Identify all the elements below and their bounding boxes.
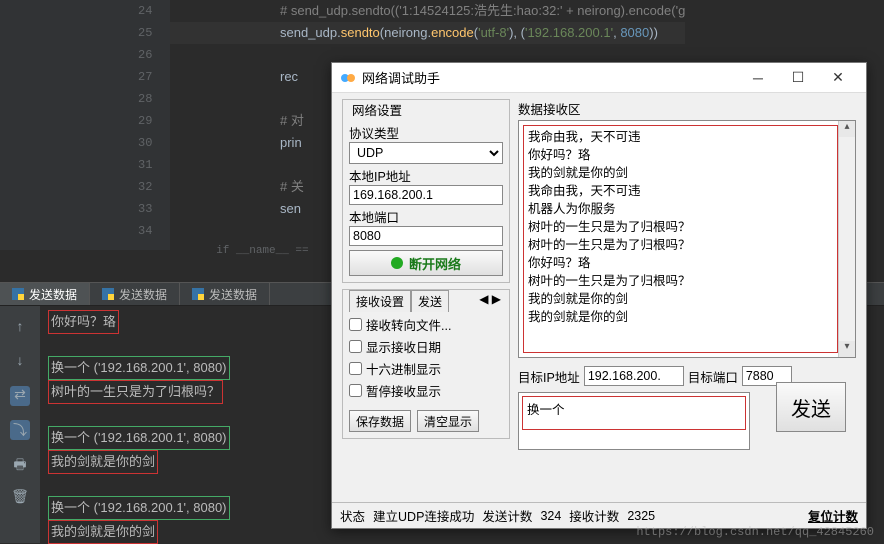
status-dot-icon xyxy=(391,257,403,269)
watermark: https://blog.csdn.net/qq_42845260 xyxy=(636,525,874,539)
dest-ip-input[interactable] xyxy=(584,366,684,386)
close-button[interactable]: ✕ xyxy=(818,69,858,86)
line-number: 31 xyxy=(0,154,170,176)
local-ip-input[interactable] xyxy=(349,185,503,205)
local-ip-label: 本地IP地址 xyxy=(349,166,503,185)
tab-label: 发送数据 xyxy=(29,286,77,303)
receive-area-label: 数据接收区 xyxy=(518,99,856,118)
tab-label: 发送数据 xyxy=(209,286,257,303)
disconnect-button[interactable]: 断开网络 xyxy=(349,250,503,276)
protocol-label: 协议类型 xyxy=(349,123,503,142)
chk-show-date[interactable]: 显示接收日期 xyxy=(349,337,503,356)
scroll-down-icon[interactable]: ▾ xyxy=(839,341,855,357)
print-icon[interactable]: 🖶 xyxy=(10,454,30,474)
local-port-input[interactable] xyxy=(349,226,503,246)
status-value: 建立UDP连接成功 xyxy=(373,506,474,525)
dialog-title: 网络调试助手 xyxy=(362,68,738,87)
run-tab[interactable]: 发送数据 xyxy=(180,283,270,305)
fold-indicator: if __name__ == xyxy=(170,245,309,257)
maximize-button[interactable]: ☐ xyxy=(778,69,818,86)
tab-send-settings[interactable]: 发送 xyxy=(411,290,449,312)
recv-count-label: 接收计数 xyxy=(569,506,619,525)
chk-pause-display[interactable]: 暂停接收显示 xyxy=(349,381,503,400)
minimize-button[interactable]: ─ xyxy=(738,70,778,86)
line-number: 28 xyxy=(0,88,170,110)
recv-count-value: 2325 xyxy=(627,509,655,523)
line-number: 24 xyxy=(0,0,170,22)
scroll-icon[interactable]: ⤵ xyxy=(10,420,30,440)
save-data-button[interactable]: 保存数据 xyxy=(349,410,411,432)
output-line: 换一个 ('192.168.200.1', 8080) xyxy=(48,356,230,380)
run-toolbar: ↑ ↓ ⇄ ⤵ 🖶 🗑 xyxy=(0,306,40,543)
line-number: 33 xyxy=(0,198,170,220)
output-line: 换一个 ('192.168.200.1', 8080) xyxy=(48,426,230,450)
send-text: 换一个 xyxy=(522,396,746,430)
line-number: 26 xyxy=(0,44,170,66)
output-line: 我的剑就是你的剑 xyxy=(48,520,158,544)
output-line: 树叶的一生只是为了归根吗？ xyxy=(48,380,223,404)
chk-hex-display[interactable]: 十六进制显示 xyxy=(349,359,503,378)
output-line: 我的剑就是你的剑 xyxy=(48,450,158,474)
titlebar[interactable]: 网络调试助手 ─ ☐ ✕ xyxy=(332,63,866,93)
scrollbar[interactable]: ▴▾ xyxy=(838,121,855,357)
run-output[interactable]: 你好吗？珞 换一个 ('192.168.200.1', 8080) 树叶的一生只… xyxy=(48,310,230,544)
send-count-label: 发送计数 xyxy=(482,506,532,525)
line-number: 30 xyxy=(0,132,170,154)
group-title: 网络设置 xyxy=(349,100,405,119)
trash-icon[interactable]: 🗑 xyxy=(10,488,30,508)
connect-label: 断开网络 xyxy=(409,254,461,273)
app-icon xyxy=(340,70,356,86)
wrap-icon[interactable]: ⇄ xyxy=(10,386,30,406)
dest-port-label: 目标端口 xyxy=(688,367,738,386)
up-icon[interactable]: ↑ xyxy=(10,318,30,338)
receive-text: 我命由我，天不可违 你好吗？珞 我的剑就是你的剑 我命由我，天不可违 机器人为你… xyxy=(523,125,838,353)
line-number: 32 xyxy=(0,176,170,198)
down-icon[interactable]: ↓ xyxy=(10,352,30,372)
status-label: 状态 xyxy=(340,506,365,525)
line-number: 25 xyxy=(0,22,170,44)
line-number: 34 xyxy=(0,220,170,242)
receive-settings-group: 接收设置 发送 ◀ ▶ 接收转向文件... 显示接收日期 十六进制显示 暂停接收… xyxy=(342,289,510,439)
scroll-up-icon[interactable]: ▴ xyxy=(839,121,855,137)
send-textarea[interactable]: 换一个 xyxy=(518,392,750,450)
clear-display-button[interactable]: 清空显示 xyxy=(417,410,479,432)
run-tab[interactable]: 发送数据 xyxy=(0,283,90,305)
gutter: 24 25 26 27 28 29 30 31 32 33 34 xyxy=(0,0,170,250)
chk-forward-file[interactable]: 接收转向文件... xyxy=(349,315,503,334)
network-debug-dialog: 网络调试助手 ─ ☐ ✕ 网络设置 协议类型 UDP 本地IP地址 本地端口 断… xyxy=(331,62,867,529)
send-button[interactable]: 发送 xyxy=(776,382,846,432)
reset-count-link[interactable]: 复位计数 xyxy=(808,506,858,525)
network-settings-group: 网络设置 协议类型 UDP 本地IP地址 本地端口 断开网络 xyxy=(342,99,510,283)
output-line: 你好吗？珞 xyxy=(48,310,119,334)
output-line: 换一个 ('192.168.200.1', 8080) xyxy=(48,496,230,520)
receive-textarea[interactable]: 我命由我，天不可违 你好吗？珞 我的剑就是你的剑 我命由我，天不可违 机器人为你… xyxy=(518,120,856,358)
dest-ip-label: 目标IP地址 xyxy=(518,367,580,386)
tab-receive-settings[interactable]: 接收设置 xyxy=(349,290,411,312)
local-port-label: 本地端口 xyxy=(349,207,503,226)
line-number: 27 xyxy=(0,66,170,88)
tab-arrows-icon[interactable]: ◀ ▶ xyxy=(477,290,503,312)
tab-label: 发送数据 xyxy=(119,286,167,303)
run-tab[interactable]: 发送数据 xyxy=(90,283,180,305)
protocol-select[interactable]: UDP xyxy=(349,142,503,164)
send-count-value: 324 xyxy=(540,509,561,523)
line-number: 29 xyxy=(0,110,170,132)
